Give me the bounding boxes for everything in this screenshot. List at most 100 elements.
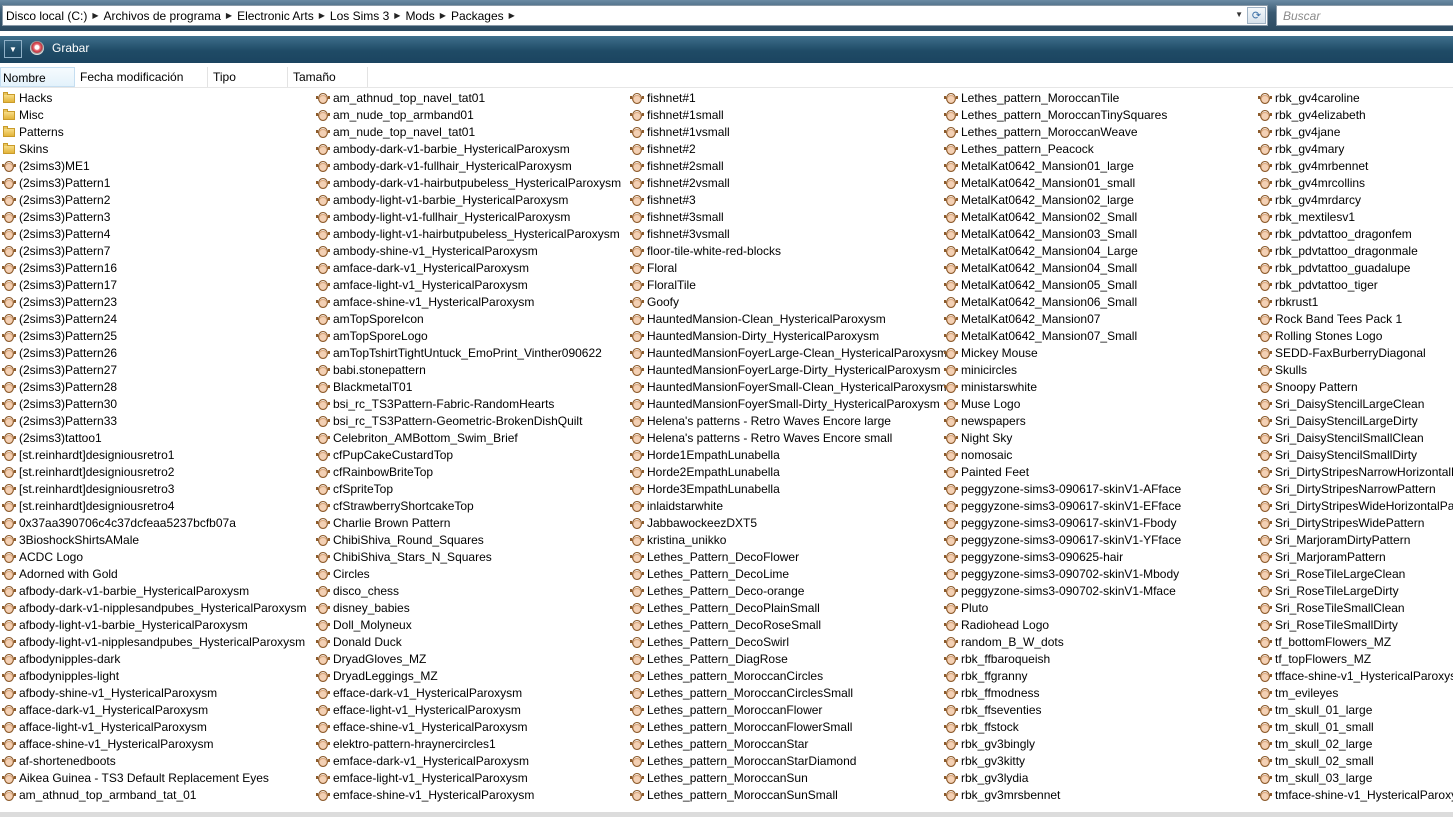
refresh-icon[interactable]: ⟳ [1247, 7, 1266, 24]
list-item[interactable]: tm_skull_02_small [1256, 752, 1453, 769]
list-item[interactable]: Sri_DaisyStencilLargeDirty [1256, 412, 1453, 429]
list-item[interactable]: [st.reinhardt]designiousretro4 [0, 497, 306, 514]
chevron-right-icon[interactable]: ▶ [507, 11, 517, 20]
list-item[interactable]: Skins [0, 140, 306, 157]
list-item[interactable]: (2sims3)ME1 [0, 157, 306, 174]
list-item[interactable]: [st.reinhardt]designiousretro1 [0, 446, 306, 463]
list-item[interactable]: ambody-light-v1-hairbutpubeless_Hysteric… [314, 225, 621, 242]
list-item[interactable]: emface-shine-v1_HystericalParoxysm [314, 786, 621, 803]
list-item[interactable]: afbodynipples-light [0, 667, 306, 684]
list-item[interactable]: Lethes_pattern_MoroccanTinySquares [942, 106, 1181, 123]
horizontal-scrollbar[interactable] [0, 812, 1453, 817]
list-item[interactable]: MetalKat0642_Mansion05_Small [942, 276, 1181, 293]
list-item[interactable]: ambody-dark-v1-barbie_HystericalParoxysm [314, 140, 621, 157]
list-item[interactable]: peggyzone-sims3-090617-skinV1-Fbody [942, 514, 1181, 531]
list-item[interactable]: rbk_mextilesv1 [1256, 208, 1453, 225]
list-item[interactable]: MetalKat0642_Mansion02_large [942, 191, 1181, 208]
list-item[interactable]: tm_evileyes [1256, 684, 1453, 701]
breadcrumb-item[interactable]: Electronic Arts [234, 9, 317, 23]
list-item[interactable]: Floral [628, 259, 947, 276]
list-item[interactable]: fishnet#2vsmall [628, 174, 947, 191]
list-item[interactable]: Lethes_pattern_MoroccanSun [628, 769, 947, 786]
chevron-right-icon[interactable]: ▶ [90, 11, 100, 20]
list-item[interactable]: peggyzone-sims3-090702-skinV1-Mface [942, 582, 1181, 599]
list-item[interactable]: HauntedMansion-Dirty_HystericalParoxysm [628, 327, 947, 344]
list-item[interactable]: Sri_DaisyStencilLargeClean [1256, 395, 1453, 412]
list-item[interactable]: efface-dark-v1_HystericalParoxysm [314, 684, 621, 701]
list-item[interactable]: Patterns [0, 123, 306, 140]
list-item[interactable]: HauntedMansionFoyerSmall-Dirty_Hysterica… [628, 395, 947, 412]
list-item[interactable]: peggyzone-sims3-090617-skinV1-EFface [942, 497, 1181, 514]
list-item[interactable]: Muse Logo [942, 395, 1181, 412]
list-item[interactable]: ambody-dark-v1-hairbutpubeless_Hysterica… [314, 174, 621, 191]
list-item[interactable]: Lethes_pattern_MoroccanSunSmall [628, 786, 947, 803]
list-item[interactable]: MetalKat0642_Mansion06_Small [942, 293, 1181, 310]
list-item[interactable]: (2sims3)Pattern23 [0, 293, 306, 310]
list-item[interactable]: ChibiShiva_Stars_N_Squares [314, 548, 621, 565]
list-item[interactable]: Sri_DirtyStripesWideHorizontalPattern [1256, 497, 1453, 514]
list-item[interactable]: rbk_ffbaroqueish [942, 650, 1181, 667]
list-item[interactable]: Goofy [628, 293, 947, 310]
list-item[interactable]: afface-dark-v1_HystericalParoxysm [0, 701, 306, 718]
list-item[interactable]: (2sims3)Pattern2 [0, 191, 306, 208]
list-item[interactable]: bsi_rc_TS3Pattern-Geometric-BrokenDishQu… [314, 412, 621, 429]
list-item[interactable]: disco_chess [314, 582, 621, 599]
list-item[interactable]: Rock Band Tees Pack 1 [1256, 310, 1453, 327]
chevron-right-icon[interactable]: ▶ [224, 11, 234, 20]
list-item[interactable]: Pluto [942, 599, 1181, 616]
list-item[interactable]: Lethes_Pattern_DecoRoseSmall [628, 616, 947, 633]
list-item[interactable]: Misc [0, 106, 306, 123]
list-item[interactable]: ACDC Logo [0, 548, 306, 565]
list-item[interactable]: amface-shine-v1_HystericalParoxysm [314, 293, 621, 310]
list-item[interactable]: Adorned with Gold [0, 565, 306, 582]
list-item[interactable]: Hacks [0, 89, 306, 106]
list-item[interactable]: fishnet#1small [628, 106, 947, 123]
list-item[interactable]: (2sims3)Pattern27 [0, 361, 306, 378]
list-item[interactable]: peggyzone-sims3-090617-skinV1-YFface [942, 531, 1181, 548]
list-item[interactable]: rbk_ffgranny [942, 667, 1181, 684]
list-item[interactable]: rbk_pdvtattoo_guadalupe [1256, 259, 1453, 276]
list-item[interactable]: (2sims3)Pattern30 [0, 395, 306, 412]
list-item[interactable]: rbk_gv4jane [1256, 123, 1453, 140]
list-item[interactable]: Donald Duck [314, 633, 621, 650]
list-item[interactable]: MetalKat0642_Mansion07 [942, 310, 1181, 327]
list-item[interactable]: afbody-dark-v1-barbie_HystericalParoxysm [0, 582, 306, 599]
search-box[interactable] [1276, 5, 1453, 26]
list-item[interactable]: Sri_RoseTileSmallDirty [1256, 616, 1453, 633]
list-item[interactable]: Lethes_pattern_MoroccanFlowerSmall [628, 718, 947, 735]
list-item[interactable]: MetalKat0642_Mansion07_Small [942, 327, 1181, 344]
list-item[interactable]: HauntedMansionFoyerLarge-Dirty_Hysterica… [628, 361, 947, 378]
list-item[interactable]: tm_skull_03_large [1256, 769, 1453, 786]
list-item[interactable]: [st.reinhardt]designiousretro3 [0, 480, 306, 497]
list-item[interactable]: HauntedMansionFoyerLarge-Clean_Hysterica… [628, 344, 947, 361]
list-item[interactable]: newspapers [942, 412, 1181, 429]
list-item[interactable]: am_nude_top_navel_tat01 [314, 123, 621, 140]
list-item[interactable]: inlaidstarwhite [628, 497, 947, 514]
list-item[interactable]: am_athnud_top_navel_tat01 [314, 89, 621, 106]
list-item[interactable]: amTopTshirtTightUntuck_EmoPrint_Vinther0… [314, 344, 621, 361]
list-item[interactable]: Circles [314, 565, 621, 582]
list-item[interactable]: FloralTile [628, 276, 947, 293]
list-item[interactable]: (2sims3)Pattern16 [0, 259, 306, 276]
column-type[interactable]: Tipo [211, 67, 288, 87]
list-item[interactable]: Horde2EmpathLunabella [628, 463, 947, 480]
list-item[interactable]: babi.stonepattern [314, 361, 621, 378]
list-item[interactable]: emface-dark-v1_HystericalParoxysm [314, 752, 621, 769]
list-item[interactable]: fishnet#1vsmall [628, 123, 947, 140]
list-item[interactable]: DryadGloves_MZ [314, 650, 621, 667]
search-input[interactable] [1277, 6, 1453, 25]
list-item[interactable]: tfface-shine-v1_HystericalParoxysm [1256, 667, 1453, 684]
list-item[interactable]: Sri_DaisyStencilSmallDirty [1256, 446, 1453, 463]
list-item[interactable]: (2sims3)Pattern7 [0, 242, 306, 259]
list-item[interactable]: rbk_gv4caroline [1256, 89, 1453, 106]
list-item[interactable]: MetalKat0642_Mansion02_Small [942, 208, 1181, 225]
list-item[interactable]: Doll_Molyneux [314, 616, 621, 633]
list-item[interactable]: Lethes_pattern_MoroccanFlower [628, 701, 947, 718]
list-item[interactable]: rbk_pdvtattoo_tiger [1256, 276, 1453, 293]
list-item[interactable]: Lethes_pattern_Peacock [942, 140, 1181, 157]
breadcrumb[interactable]: Disco local (C:) ▶ Archivos de programa ▶ … [2, 5, 1268, 26]
list-item[interactable]: afbody-light-v1-barbie_HystericalParoxys… [0, 616, 306, 633]
list-item[interactable]: Sri_DirtyStripesNarrowPattern [1256, 480, 1453, 497]
list-item[interactable]: rbk_gv3mrsbennet [942, 786, 1181, 803]
breadcrumb-item[interactable]: Archivos de programa [101, 9, 224, 23]
